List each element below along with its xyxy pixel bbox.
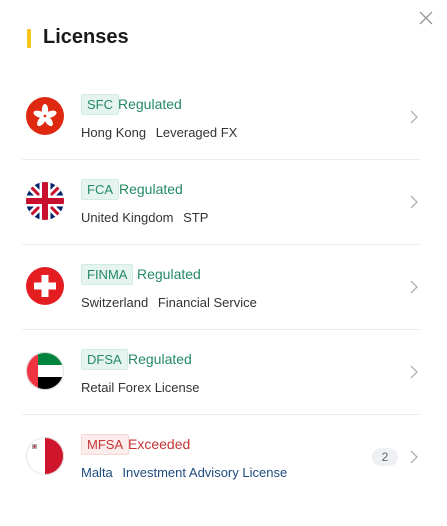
page-title: Licenses: [43, 26, 129, 48]
chevron-right-icon[interactable]: [409, 109, 419, 125]
license-type: STP: [183, 210, 209, 225]
license-code-badge: SFC: [81, 94, 119, 115]
chevron-right-icon[interactable]: [409, 279, 419, 295]
license-type: Leveraged FX: [155, 125, 238, 140]
license-details: Switzerland Financial Service: [81, 295, 257, 310]
license-code-badge: MFSA: [81, 434, 130, 455]
license-code-badge: DFSA: [81, 349, 128, 370]
license-region: Malta: [81, 465, 113, 480]
license-type: Retail Forex License: [81, 380, 200, 395]
chevron-right-icon[interactable]: [409, 449, 419, 465]
license-item-mfsa[interactable]: MFSA Exceeded Malta Investment Advisory …: [22, 415, 420, 499]
license-details: Hong Kong Leveraged FX: [81, 125, 237, 140]
close-icon[interactable]: [418, 10, 434, 26]
switzerland-flag-icon: [26, 267, 64, 305]
license-item-finma[interactable]: FINMA Regulated Switzerland Financial Se…: [22, 245, 420, 330]
license-list: SFC Regulated Hong Kong Leveraged FX FCA…: [0, 75, 447, 499]
license-status: Regulated: [137, 266, 201, 282]
license-status: Regulated: [128, 351, 192, 367]
license-type: Investment Advisory License: [122, 465, 288, 480]
license-region: Hong Kong: [81, 125, 147, 140]
license-status: Exceeded: [128, 436, 191, 452]
license-region: Switzerland: [81, 295, 149, 310]
chevron-right-icon[interactable]: [409, 364, 419, 380]
hong-kong-flag-icon: [26, 97, 64, 135]
license-details: Malta Investment Advisory License: [81, 465, 287, 480]
license-details: Retail Forex License: [81, 380, 200, 395]
chevron-right-icon[interactable]: [409, 194, 419, 210]
license-region: United Kingdom: [81, 210, 174, 225]
license-code-badge: FCA: [81, 179, 119, 200]
license-count-badge: 2: [372, 448, 398, 466]
malta-flag-icon: [26, 437, 64, 475]
license-item-dfsa[interactable]: DFSA Regulated Retail Forex License: [22, 330, 420, 415]
license-item-sfc[interactable]: SFC Regulated Hong Kong Leveraged FX: [22, 75, 420, 160]
uk-flag-icon: [26, 182, 64, 220]
title-accent-bar: [27, 29, 31, 48]
license-type: Financial Service: [157, 295, 257, 310]
uae-flag-icon: [26, 352, 64, 390]
license-item-fca[interactable]: FCA Regulated United Kingdom STP: [22, 160, 420, 245]
license-code-badge: FINMA: [81, 264, 134, 285]
license-details: United Kingdom STP: [81, 210, 208, 225]
license-status: Regulated: [118, 96, 182, 112]
license-status: Regulated: [119, 181, 183, 197]
